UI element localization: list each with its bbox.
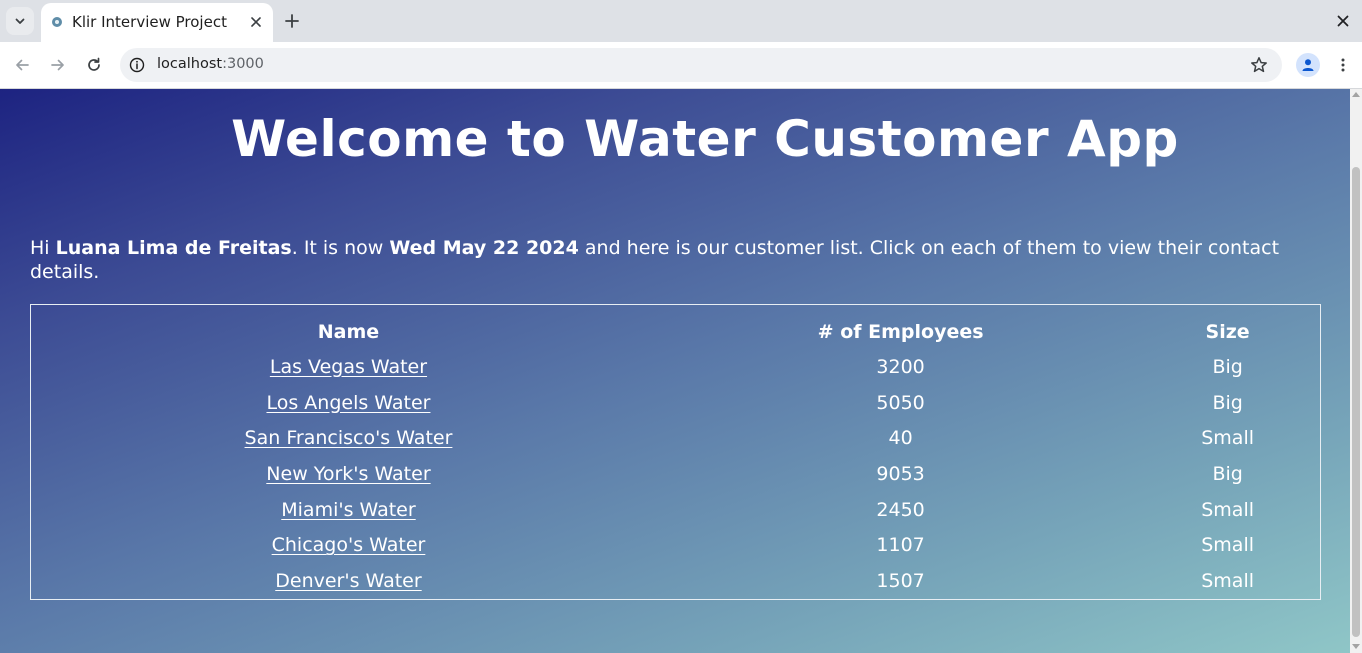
table-row: Las Vegas Water 3200 Big xyxy=(31,349,1320,385)
employees-cell: 9053 xyxy=(876,462,925,485)
customer-name-cell: Los Angels Water xyxy=(31,385,666,421)
size-cell: Big xyxy=(1212,391,1243,414)
employees-cell: 40 xyxy=(888,427,913,450)
size-cell: Small xyxy=(1201,498,1255,521)
size-cell: Small xyxy=(1201,427,1255,450)
address-bar[interactable]: localhost:3000 xyxy=(120,48,1282,82)
scroll-up-arrow-icon[interactable] xyxy=(1352,92,1360,97)
size-cell: Small xyxy=(1201,534,1255,557)
greeting-middle: . It is now xyxy=(291,237,390,259)
employees-cell: 3200 xyxy=(876,355,925,378)
size-cell: Small xyxy=(1201,570,1255,593)
greeting-prefix: Hi xyxy=(30,237,56,259)
employees-cell: 2450 xyxy=(876,498,925,521)
table-header-row: Name # of Employees Size xyxy=(31,305,1320,349)
customer-name-cell: Las Vegas Water xyxy=(31,349,666,385)
customer-name-cell: New York's Water xyxy=(31,456,666,492)
url-text: localhost:3000 xyxy=(157,56,264,72)
browser-toolbar: localhost:3000 xyxy=(0,42,1362,89)
window-close-icon[interactable] xyxy=(1334,12,1352,30)
customer-name-cell: Miami's Water xyxy=(31,492,666,528)
table-row: San Francisco's Water 40 Small xyxy=(31,420,1320,456)
user-name: Luana Lima de Freitas xyxy=(55,237,292,259)
reload-icon[interactable] xyxy=(82,53,106,77)
tab-strip: Klir Interview Project xyxy=(0,0,1362,42)
tab-close-icon[interactable] xyxy=(247,13,265,31)
page-title: Welcome to Water Customer App xyxy=(231,110,1179,168)
column-header-employees: # of Employees xyxy=(817,321,984,343)
browser-tab[interactable]: Klir Interview Project xyxy=(41,3,273,42)
customer-link[interactable]: Denver's Water xyxy=(275,570,421,592)
chevron-down-icon xyxy=(14,15,26,27)
customer-link[interactable]: Miami's Water xyxy=(281,499,415,521)
profile-avatar-icon[interactable] xyxy=(1296,53,1320,77)
tab-search-button[interactable] xyxy=(6,7,34,35)
customer-name-cell: San Francisco's Water xyxy=(31,420,666,456)
tab-title: Klir Interview Project xyxy=(72,13,227,31)
customer-link[interactable]: Los Angels Water xyxy=(266,392,430,414)
vertical-scrollbar[interactable] xyxy=(1350,89,1362,653)
table-row: Los Angels Water 5050 Big xyxy=(31,385,1320,421)
employees-cell: 5050 xyxy=(876,391,925,414)
employees-cell: 1107 xyxy=(876,534,925,557)
page-viewport: Welcome to Water Customer App Hi Luana L… xyxy=(0,89,1350,653)
customer-link[interactable]: New York's Water xyxy=(266,463,430,485)
table-row: Chicago's Water 1107 Small xyxy=(31,528,1320,564)
size-cell: Big xyxy=(1212,462,1243,485)
current-date: Wed May 22 2024 xyxy=(389,237,579,259)
table-row: Denver's Water 1507 Small xyxy=(31,563,1320,599)
table-row: New York's Water 9053 Big xyxy=(31,456,1320,492)
new-tab-icon[interactable] xyxy=(281,10,303,32)
table-row: Miami's Water 2450 Small xyxy=(31,492,1320,528)
url-port: :3000 xyxy=(222,56,264,72)
back-arrow-icon[interactable] xyxy=(10,53,34,77)
size-cell: Big xyxy=(1212,355,1243,378)
site-info-icon[interactable] xyxy=(128,56,146,74)
customer-link[interactable]: Chicago's Water xyxy=(272,534,426,556)
forward-arrow-icon[interactable] xyxy=(46,53,70,77)
kebab-menu-icon[interactable] xyxy=(1331,53,1355,77)
employees-cell: 1507 xyxy=(876,570,925,593)
scroll-down-arrow-icon[interactable] xyxy=(1352,644,1360,649)
bookmark-star-icon[interactable] xyxy=(1250,56,1268,74)
customer-link[interactable]: Las Vegas Water xyxy=(270,356,427,378)
url-host: localhost xyxy=(157,56,223,72)
customer-table: Name # of Employees Size Las Vegas Water… xyxy=(30,304,1321,600)
customer-name-cell: Denver's Water xyxy=(31,563,666,599)
favicon-icon xyxy=(51,16,63,28)
customer-link[interactable]: San Francisco's Water xyxy=(245,427,453,449)
greeting-text: Hi Luana Lima de Freitas. It is now Wed … xyxy=(30,236,1300,284)
scrollbar-thumb[interactable] xyxy=(1352,167,1360,637)
column-header-name: Name xyxy=(317,321,380,343)
customer-name-cell: Chicago's Water xyxy=(31,528,666,564)
column-header-size: Size xyxy=(1205,321,1250,343)
